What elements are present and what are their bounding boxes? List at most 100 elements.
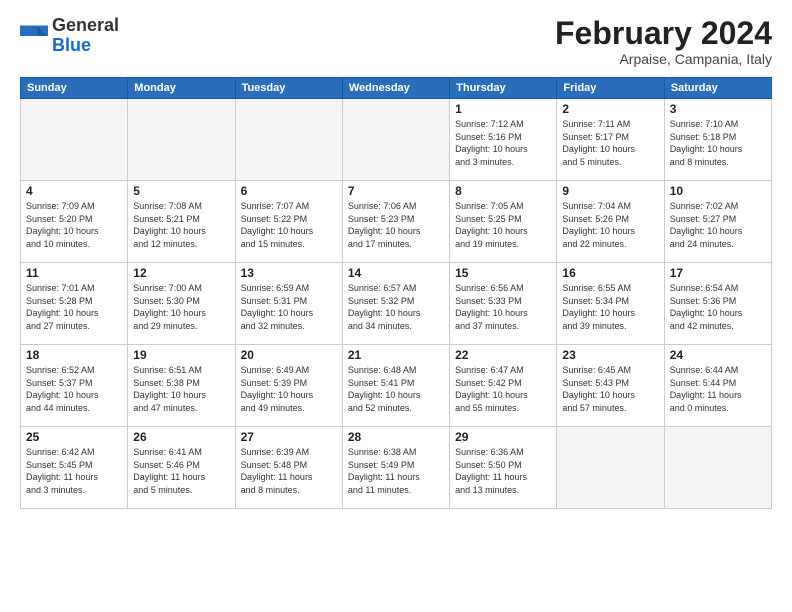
day-number: 3 xyxy=(670,102,766,116)
day-number: 4 xyxy=(26,184,122,198)
day-info: Sunrise: 6:44 AM Sunset: 5:44 PM Dayligh… xyxy=(670,364,766,414)
day-info: Sunrise: 7:11 AM Sunset: 5:17 PM Dayligh… xyxy=(562,118,658,168)
day-info: Sunrise: 6:48 AM Sunset: 5:41 PM Dayligh… xyxy=(348,364,444,414)
day-info: Sunrise: 7:00 AM Sunset: 5:30 PM Dayligh… xyxy=(133,282,229,332)
calendar-cell: 6 Sunrise: 7:07 AM Sunset: 5:22 PM Daylig… xyxy=(235,181,342,263)
calendar-cell: 22 Sunrise: 6:47 AM Sunset: 5:42 PM Dayli… xyxy=(450,345,557,427)
day-number: 12 xyxy=(133,266,229,280)
day-info: Sunrise: 6:51 AM Sunset: 5:38 PM Dayligh… xyxy=(133,364,229,414)
day-number: 26 xyxy=(133,430,229,444)
logo-text: General Blue xyxy=(52,16,119,56)
calendar-week-row: 1 Sunrise: 7:12 AM Sunset: 5:16 PM Daylig… xyxy=(21,99,772,181)
day-number: 19 xyxy=(133,348,229,362)
calendar-cell: 16 Sunrise: 6:55 AM Sunset: 5:34 PM Dayli… xyxy=(557,263,664,345)
day-number: 5 xyxy=(133,184,229,198)
day-info: Sunrise: 6:47 AM Sunset: 5:42 PM Dayligh… xyxy=(455,364,551,414)
calendar-cell: 4 Sunrise: 7:09 AM Sunset: 5:20 PM Daylig… xyxy=(21,181,128,263)
calendar-cell xyxy=(557,427,664,509)
calendar-week-row: 4 Sunrise: 7:09 AM Sunset: 5:20 PM Daylig… xyxy=(21,181,772,263)
calendar-cell: 11 Sunrise: 7:01 AM Sunset: 5:28 PM Dayli… xyxy=(21,263,128,345)
logo: General Blue xyxy=(20,16,119,56)
day-number: 28 xyxy=(348,430,444,444)
calendar-cell: 27 Sunrise: 6:39 AM Sunset: 5:48 PM Dayli… xyxy=(235,427,342,509)
day-number: 10 xyxy=(670,184,766,198)
day-number: 29 xyxy=(455,430,551,444)
calendar-cell xyxy=(128,99,235,181)
weekday-header: Saturday xyxy=(664,78,771,99)
day-number: 13 xyxy=(241,266,337,280)
day-info: Sunrise: 7:05 AM Sunset: 5:25 PM Dayligh… xyxy=(455,200,551,250)
calendar-cell: 15 Sunrise: 6:56 AM Sunset: 5:33 PM Dayli… xyxy=(450,263,557,345)
calendar-cell xyxy=(21,99,128,181)
day-number: 1 xyxy=(455,102,551,116)
calendar-cell xyxy=(342,99,449,181)
calendar-cell: 18Sunrise: 6:52 AM Sunset: 5:37 PM Dayli… xyxy=(21,345,128,427)
calendar-cell: 14Sunrise: 6:57 AM Sunset: 5:32 PM Dayli… xyxy=(342,263,449,345)
day-number: 22 xyxy=(455,348,551,362)
calendar-week-row: 11 Sunrise: 7:01 AM Sunset: 5:28 PM Dayli… xyxy=(21,263,772,345)
day-info: Sunrise: 7:06 AM Sunset: 5:23 PM Dayligh… xyxy=(348,200,444,250)
day-number: 25 xyxy=(26,430,122,444)
day-number: 20 xyxy=(241,348,337,362)
day-info: Sunrise: 7:12 AM Sunset: 5:16 PM Dayligh… xyxy=(455,118,551,168)
calendar-cell: 29 Sunrise: 6:36 AM Sunset: 5:50 PM Dayli… xyxy=(450,427,557,509)
day-info: Sunrise: 6:39 AM Sunset: 5:48 PM Dayligh… xyxy=(241,446,337,496)
day-info: Sunrise: 6:38 AM Sunset: 5:49 PM Dayligh… xyxy=(348,446,444,496)
calendar-cell: 13Sunrise: 6:59 AM Sunset: 5:31 PM Dayli… xyxy=(235,263,342,345)
day-info: Sunrise: 7:08 AM Sunset: 5:21 PM Dayligh… xyxy=(133,200,229,250)
calendar-cell: 21 Sunrise: 6:48 AM Sunset: 5:41 PM Dayli… xyxy=(342,345,449,427)
day-info: Sunrise: 6:36 AM Sunset: 5:50 PM Dayligh… xyxy=(455,446,551,496)
logo-general-text: General xyxy=(52,15,119,35)
calendar-cell: 23Sunrise: 6:45 AM Sunset: 5:43 PM Dayli… xyxy=(557,345,664,427)
day-info: Sunrise: 6:42 AM Sunset: 5:45 PM Dayligh… xyxy=(26,446,122,496)
day-info: Sunrise: 7:01 AM Sunset: 5:28 PM Dayligh… xyxy=(26,282,122,332)
calendar-cell: 10 Sunrise: 7:02 AM Sunset: 5:27 PM Dayli… xyxy=(664,181,771,263)
calendar: SundayMondayTuesdayWednesdayThursdayFrid… xyxy=(20,77,772,509)
day-number: 8 xyxy=(455,184,551,198)
day-number: 9 xyxy=(562,184,658,198)
calendar-cell xyxy=(664,427,771,509)
calendar-week-row: 25 Sunrise: 6:42 AM Sunset: 5:45 PM Dayli… xyxy=(21,427,772,509)
day-info: Sunrise: 7:09 AM Sunset: 5:20 PM Dayligh… xyxy=(26,200,122,250)
calendar-cell: 9 Sunrise: 7:04 AM Sunset: 5:26 PM Daylig… xyxy=(557,181,664,263)
day-info: Sunrise: 6:55 AM Sunset: 5:34 PM Dayligh… xyxy=(562,282,658,332)
calendar-week-row: 18Sunrise: 6:52 AM Sunset: 5:37 PM Dayli… xyxy=(21,345,772,427)
calendar-cell: 1 Sunrise: 7:12 AM Sunset: 5:16 PM Daylig… xyxy=(450,99,557,181)
calendar-cell: 20 Sunrise: 6:49 AM Sunset: 5:39 PM Dayli… xyxy=(235,345,342,427)
day-info: Sunrise: 6:56 AM Sunset: 5:33 PM Dayligh… xyxy=(455,282,551,332)
day-number: 11 xyxy=(26,266,122,280)
weekday-header: Thursday xyxy=(450,78,557,99)
calendar-cell: 28 Sunrise: 6:38 AM Sunset: 5:49 PM Dayli… xyxy=(342,427,449,509)
calendar-cell xyxy=(235,99,342,181)
day-number: 2 xyxy=(562,102,658,116)
day-number: 6 xyxy=(241,184,337,198)
day-number: 16 xyxy=(562,266,658,280)
calendar-cell: 19 Sunrise: 6:51 AM Sunset: 5:38 PM Dayli… xyxy=(128,345,235,427)
calendar-cell: 5 Sunrise: 7:08 AM Sunset: 5:21 PM Daylig… xyxy=(128,181,235,263)
day-number: 7 xyxy=(348,184,444,198)
day-info: Sunrise: 6:54 AM Sunset: 5:36 PM Dayligh… xyxy=(670,282,766,332)
calendar-cell: 2 Sunrise: 7:11 AM Sunset: 5:17 PM Daylig… xyxy=(557,99,664,181)
day-info: Sunrise: 6:49 AM Sunset: 5:39 PM Dayligh… xyxy=(241,364,337,414)
day-info: Sunrise: 6:57 AM Sunset: 5:32 PM Dayligh… xyxy=(348,282,444,332)
day-number: 27 xyxy=(241,430,337,444)
logo-icon xyxy=(20,22,48,50)
month-title: February 2024 xyxy=(555,16,772,51)
calendar-cell: 7 Sunrise: 7:06 AM Sunset: 5:23 PM Daylig… xyxy=(342,181,449,263)
day-number: 23 xyxy=(562,348,658,362)
calendar-cell: 26 Sunrise: 6:41 AM Sunset: 5:46 PM Dayli… xyxy=(128,427,235,509)
day-number: 17 xyxy=(670,266,766,280)
day-info: Sunrise: 7:02 AM Sunset: 5:27 PM Dayligh… xyxy=(670,200,766,250)
day-info: Sunrise: 7:04 AM Sunset: 5:26 PM Dayligh… xyxy=(562,200,658,250)
day-info: Sunrise: 7:07 AM Sunset: 5:22 PM Dayligh… xyxy=(241,200,337,250)
title-block: February 2024 Arpaise, Campania, Italy xyxy=(555,16,772,67)
calendar-cell: 8 Sunrise: 7:05 AM Sunset: 5:25 PM Daylig… xyxy=(450,181,557,263)
day-info: Sunrise: 7:10 AM Sunset: 5:18 PM Dayligh… xyxy=(670,118,766,168)
day-number: 21 xyxy=(348,348,444,362)
calendar-cell: 25 Sunrise: 6:42 AM Sunset: 5:45 PM Dayli… xyxy=(21,427,128,509)
calendar-cell: 17 Sunrise: 6:54 AM Sunset: 5:36 PM Dayli… xyxy=(664,263,771,345)
weekday-header: Wednesday xyxy=(342,78,449,99)
calendar-cell: 3 Sunrise: 7:10 AM Sunset: 5:18 PM Daylig… xyxy=(664,99,771,181)
day-number: 15 xyxy=(455,266,551,280)
day-info: Sunrise: 6:41 AM Sunset: 5:46 PM Dayligh… xyxy=(133,446,229,496)
